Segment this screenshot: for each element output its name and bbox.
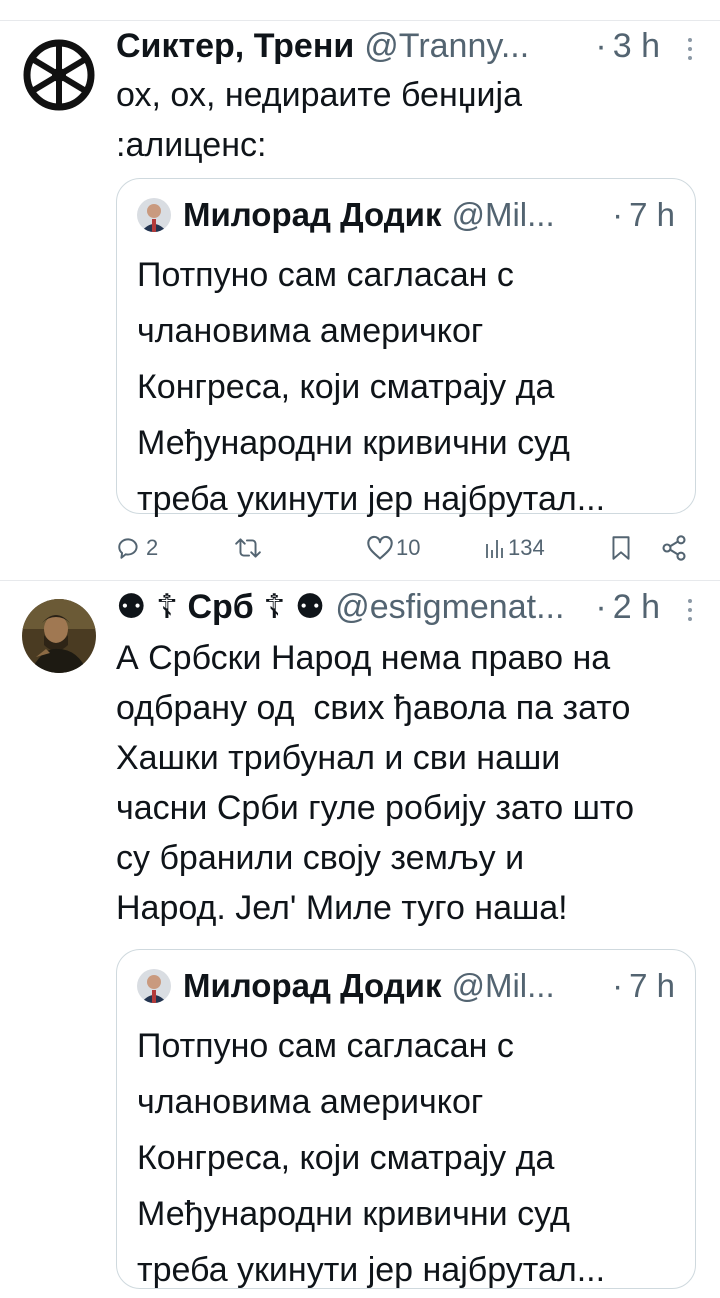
views-icon — [486, 540, 503, 558]
reply-count: 2 — [146, 535, 159, 560]
share-icon — [662, 535, 686, 561]
time-value: 2 h — [612, 587, 660, 626]
action-bar: 2 10 134 — [116, 528, 696, 568]
reply-button[interactable]: 2 — [116, 528, 158, 568]
quote-text: Потпуно сам сагласан с члановима америчк… — [137, 1027, 606, 1289]
avatar[interactable] — [22, 599, 96, 673]
quote-timestamp: · 7 h — [612, 967, 675, 1005]
bookmark-button[interactable] — [610, 528, 632, 568]
timestamp[interactable]: · 2 h — [595, 588, 660, 627]
author-handle[interactable]: @Tranny... — [364, 27, 529, 66]
timestamp[interactable]: · 3 h — [595, 27, 660, 66]
author-name[interactable]: ⚉ ☦ Срб ☦ ⚉ — [116, 587, 325, 627]
portrait-image — [22, 599, 96, 673]
quote-text: Потпуно сам сагласан с члановима америчк… — [137, 256, 606, 518]
quote-time-separator: · — [612, 967, 624, 1004]
bookmark-icon — [612, 536, 630, 560]
quote-header: Милорад Додик @Mil... · 7 h — [137, 964, 675, 1008]
tweet-1[interactable]: Сиктер, Трени @Tranny... · 3 h ох, ох, не… — [0, 20, 720, 580]
wheel-symbol-icon — [23, 39, 95, 111]
tweet-text: ох, ох, недираите бенџија :алиценс: — [116, 76, 522, 164]
tweet-header: Сиктер, Трени @Tranny... · 3 h — [116, 26, 660, 66]
retweet-button[interactable] — [234, 528, 262, 568]
share-button[interactable] — [660, 528, 688, 568]
tweet-header: ⚉ ☦ Срб ☦ ⚉ @esfigmenat... · 2 h — [116, 587, 660, 627]
tweet-2[interactable]: ⚉ ☦ Срб ☦ ⚉ @esfigmenat... · 2 h А Србски… — [0, 581, 720, 1289]
views-button[interactable]: 134 — [484, 528, 545, 568]
quoted-tweet[interactable]: Милорад Додик @Mil... · 7 h Потпуно сам с… — [116, 949, 696, 1289]
quote-author-name: Милорад Додик — [183, 967, 442, 1004]
avatar[interactable] — [22, 38, 96, 112]
quote-author-handle: @Mil... — [451, 967, 555, 1004]
time-separator: · — [595, 26, 607, 65]
quote-avatar — [137, 969, 171, 1003]
time-value: 3 h — [612, 26, 660, 65]
author-name[interactable]: Сиктер, Трени — [116, 27, 354, 66]
views-count: 134 — [508, 535, 545, 560]
quote-time-value: 7 h — [629, 196, 675, 233]
quote-time-value: 7 h — [629, 967, 675, 1004]
retweet-icon — [235, 538, 261, 558]
more-icon[interactable] — [680, 38, 700, 60]
time-separator: · — [595, 587, 607, 626]
like-count: 10 — [396, 535, 421, 560]
quote-avatar — [137, 198, 171, 232]
quote-time-separator: · — [612, 196, 624, 233]
quote-author-name: Милорад Додик — [183, 196, 442, 233]
quote-author-handle: @Mil... — [451, 196, 555, 233]
reply-icon — [118, 538, 138, 559]
tweet-text: А Србски Народ нема право на одбрану од … — [116, 639, 635, 927]
like-button[interactable]: 10 — [366, 528, 420, 568]
quote-header: Милорад Додик @Mil... · 7 h — [137, 193, 675, 237]
quote-timestamp: · 7 h — [612, 196, 675, 234]
like-icon — [367, 535, 393, 560]
author-handle[interactable]: @esfigmenat... — [335, 588, 564, 627]
more-icon[interactable] — [680, 599, 700, 621]
quoted-tweet[interactable]: Милорад Додик @Mil... · 7 h Потпуно сам с… — [116, 178, 696, 518]
